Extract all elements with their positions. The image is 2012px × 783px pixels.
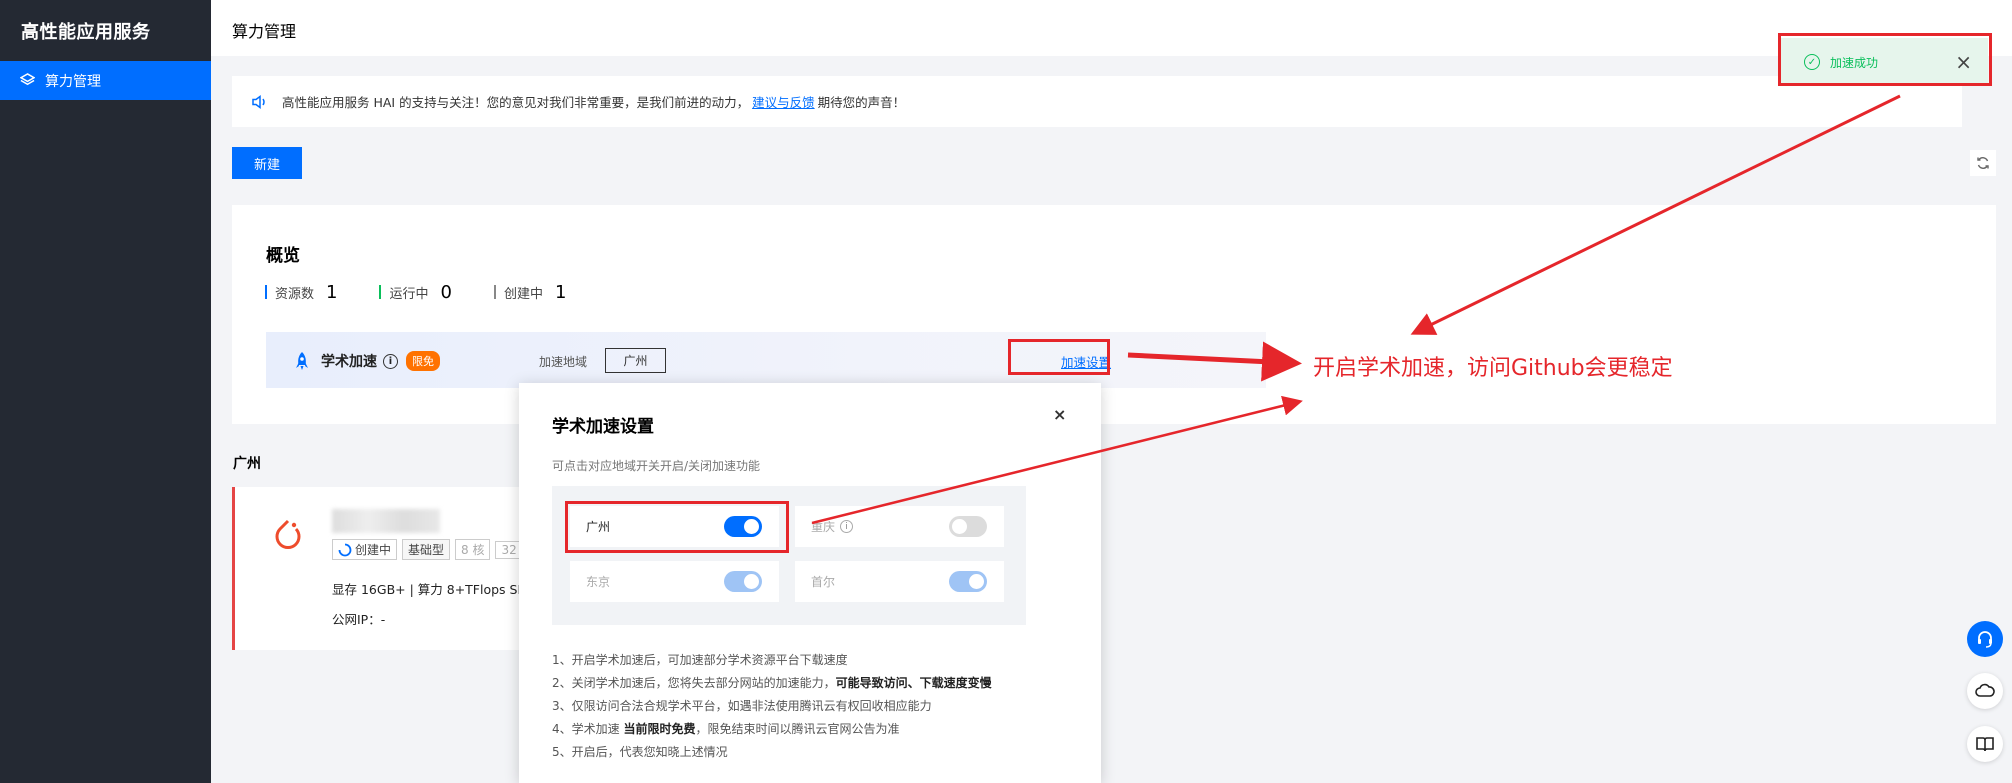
note-2: 2、关闭学术加速后，您将失去部分网站的加速能力，可能导致访问、下载速度变慢: [552, 672, 992, 695]
stat-value: 1: [326, 281, 338, 303]
academic-acceleration-bar: 学术加速 i 限免 加速地域 广州 加速设置: [266, 332, 1266, 388]
free-badge: 限免: [406, 351, 440, 371]
sidebar-item-label: 算力管理: [45, 73, 101, 90]
docs-button[interactable]: [1967, 726, 2003, 762]
feedback-link[interactable]: 建议与反馈: [752, 92, 815, 111]
stat-running: 运行中 0: [379, 282, 452, 303]
layers-icon: [20, 73, 35, 86]
rocket-icon: [296, 352, 308, 370]
region-section-title: 广州: [233, 456, 261, 472]
cores-tag: 8 核: [455, 539, 491, 560]
dialog-notes: 1、开启学术加速后，可加速部分学术资源平台下载速度 2、关闭学术加速后，您将失去…: [552, 649, 992, 764]
stats-row: 资源数 1 运行中 0 创建中 1: [265, 282, 566, 303]
stat-label: 资源数: [275, 286, 315, 302]
app-title: 高性能应用服务: [21, 22, 151, 43]
region-name: 重庆: [811, 520, 836, 534]
acceleration-settings-dialog: 学术加速设置 × 可点击对应地域开关开启/关闭加速功能 广州 重庆 i 东京 首…: [519, 383, 1101, 783]
annotation-box-toast: [1778, 33, 1992, 86]
note-1: 1、开启学术加速后，可加速部分学术资源平台下载速度: [552, 653, 848, 667]
overview-title: 概览: [266, 246, 300, 266]
annotation-box-guangzhou: [565, 501, 789, 553]
type-tag: 基础型: [402, 539, 451, 560]
status-badge: 创建中: [332, 539, 398, 560]
close-icon[interactable]: ×: [1053, 405, 1066, 424]
loading-icon: [338, 543, 352, 556]
instance-card[interactable]: 创建中 基础型 8 核 32 显存 16GB+ | 算力 8+TFlops SP…: [232, 487, 562, 650]
notice-text-end: 期待您的声音！: [817, 95, 906, 110]
region-label: 加速地域: [539, 355, 588, 369]
note-3: 3、仅限访问合法合规学术平台，如遇非法使用腾讯云有权回收相应能力: [552, 699, 932, 713]
new-button[interactable]: 新建: [232, 147, 302, 179]
stat-creating: 创建中 1: [493, 282, 566, 303]
cloud-icon: [1975, 683, 1995, 697]
refresh-icon: [1977, 157, 1989, 169]
region-card-seoul: 首尔: [795, 561, 1004, 602]
region-name: 首尔: [811, 575, 836, 589]
speaker-icon: [252, 94, 265, 109]
instance-name-redacted: [332, 509, 440, 533]
status-text: 创建中: [355, 543, 392, 557]
dialog-title: 学术加速设置: [552, 417, 654, 437]
toggle-seoul: [949, 571, 987, 592]
stat-label: 运行中: [389, 286, 429, 302]
page-title: 算力管理: [232, 22, 297, 41]
info-icon[interactable]: i: [383, 353, 398, 369]
support-button[interactable]: [1967, 621, 2003, 657]
overview-panel: 概览 资源数 1 运行中 0 创建中 1 学术加速 i 限免 加速地域 广州 加…: [232, 205, 1996, 424]
annotation-text: 开启学术加速，访问Github会更稳定: [1313, 356, 1673, 381]
headset-icon: [1978, 631, 1992, 648]
note-text: 4、学术加速: [552, 722, 624, 736]
acceleration-name: 学术加速 i 限免: [295, 351, 440, 371]
note-text: 2、关闭学术加速后，您将失去部分网站的加速能力，: [552, 676, 836, 690]
instance-tags: 创建中 基础型 8 核 32: [332, 539, 523, 560]
toggle-chongqing[interactable]: [949, 516, 987, 537]
note-5: 5、开启后，代表您知晓上述情况: [552, 745, 728, 759]
stat-value: 1: [554, 281, 567, 303]
stat-label: 创建中: [503, 286, 543, 302]
instance-ip: 公网IP：-: [332, 612, 386, 627]
note-text: ，限免结束时间以腾讯云官网公告为准: [695, 722, 900, 736]
region-card-tokyo: 东京: [570, 561, 779, 602]
book-icon: [1976, 737, 1994, 752]
main-header: 算力管理: [211, 0, 2012, 56]
notice-banner: 高性能应用服务 HAI 的支持与关注！您的意见对我们非常重要，是我们前进的动力，…: [232, 76, 1962, 127]
sidebar-item-compute-management[interactable]: 算力管理: [0, 61, 211, 100]
pytorch-icon: [275, 519, 301, 549]
stat-resources: 资源数 1: [265, 282, 337, 303]
region-card-chongqing: 重庆 i: [795, 506, 1004, 547]
refresh-button[interactable]: [1970, 150, 1996, 176]
region-name: 东京: [586, 575, 611, 589]
annotation-box-settings: [1008, 339, 1110, 375]
info-icon[interactable]: i: [840, 520, 854, 533]
toggle-tokyo: [724, 571, 762, 592]
instance-spec: 显存 16GB+ | 算力 8+TFlops SP |: [332, 582, 534, 597]
sidebar: 高性能应用服务 算力管理: [0, 0, 211, 783]
notice-text: 高性能应用服务 HAI 的支持与关注！您的意见对我们非常重要，是我们前进的动力，: [282, 95, 750, 110]
note-4: 4、学术加速 当前限时免费，限免结束时间以腾讯云官网公告为准: [552, 718, 992, 741]
dialog-description: 可点击对应地域开关开启/关闭加速功能: [552, 459, 761, 473]
stat-value: 0: [440, 281, 452, 303]
acceleration-label: 学术加速: [321, 354, 377, 370]
region-value: 广州: [605, 348, 666, 373]
note-bold: 当前限时免费: [623, 722, 696, 736]
note-bold: 可能导致访问、下载速度变慢: [835, 676, 992, 690]
cloud-button[interactable]: [1967, 673, 2003, 709]
